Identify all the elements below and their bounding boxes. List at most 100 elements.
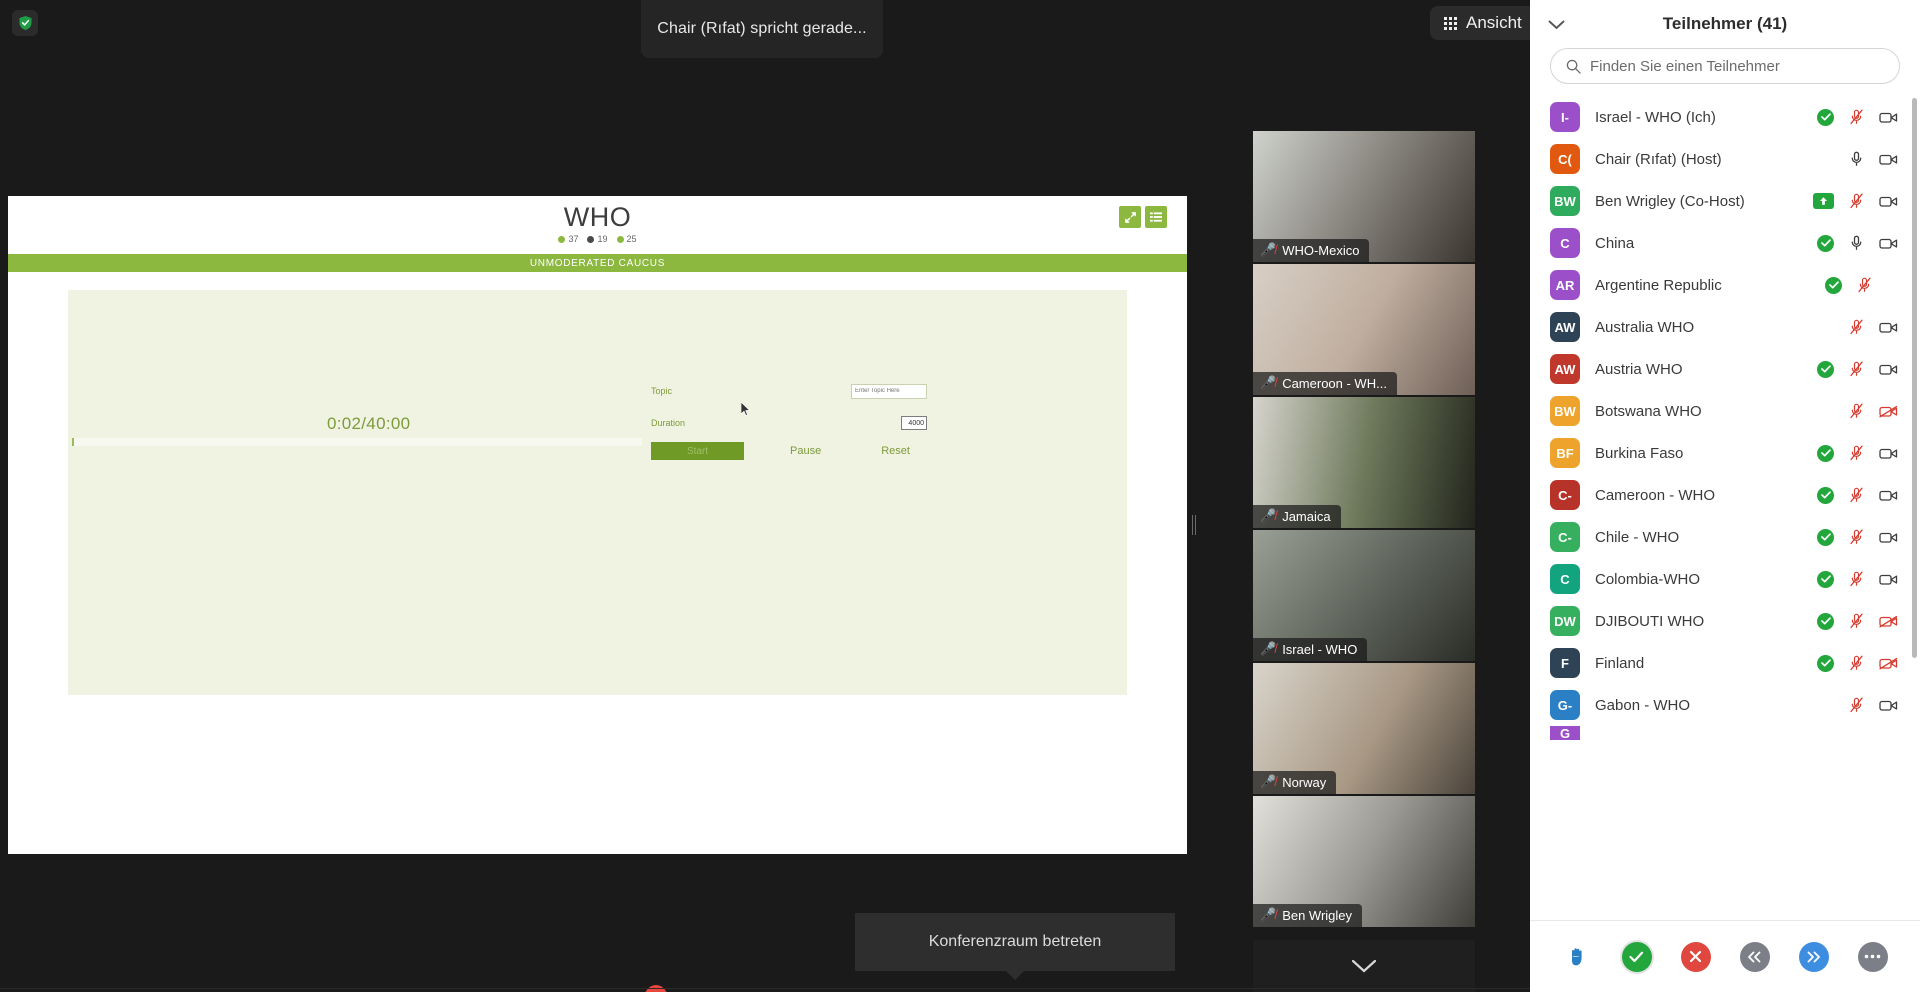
- shared-screen[interactable]: WHO 37 19 25 UNMODERATED CAUCUS 0:02/40:…: [8, 196, 1187, 854]
- mic-off-icon[interactable]: [1847, 445, 1866, 462]
- mic-off-icon[interactable]: [1847, 361, 1866, 378]
- participant-name: Israel - WHO: [1282, 641, 1358, 657]
- participant-row[interactable]: BF Burkina Faso: [1530, 432, 1920, 474]
- participant-row[interactable]: AW Australia WHO: [1530, 306, 1920, 348]
- camera-on-icon[interactable]: [1879, 487, 1898, 504]
- mic-off-icon[interactable]: [1847, 529, 1866, 546]
- view-button[interactable]: Ansicht: [1430, 6, 1536, 40]
- camera-on-icon[interactable]: [1879, 445, 1898, 462]
- no-button[interactable]: [1680, 941, 1711, 972]
- search-box[interactable]: [1550, 48, 1900, 84]
- participant-status-icons: [1817, 570, 1898, 588]
- toolbar-divider: [0, 988, 1540, 989]
- search-icon: [1566, 59, 1581, 74]
- participants-list[interactable]: I- Israel - WHO (Ich) C( Chair (Rıfat) (…: [1530, 96, 1920, 920]
- committee-title: WHO: [563, 202, 632, 232]
- shared-screen-header: WHO 37 19 25: [8, 196, 1187, 254]
- avatar: AW: [1550, 312, 1580, 342]
- video-thumbnail[interactable]: 🎤̸ Ben Wrigley: [1253, 796, 1475, 927]
- video-thumbnail[interactable]: 🎤̸ Cameroon - WH...: [1253, 264, 1475, 395]
- search-input[interactable]: [1590, 57, 1884, 75]
- panel-resize-handle[interactable]: [1190, 512, 1198, 538]
- participant-row[interactable]: C( Chair (Rıfat) (Host): [1530, 138, 1920, 180]
- camera-on-icon[interactable]: [1879, 235, 1898, 252]
- mic-off-icon[interactable]: [1847, 109, 1866, 126]
- timer-progress[interactable]: [72, 438, 642, 446]
- participant-row[interactable]: BW Ben Wrigley (Co-Host): [1530, 180, 1920, 222]
- check-icon: [1825, 276, 1842, 294]
- camera-off-icon[interactable]: [1879, 613, 1898, 630]
- participant-row[interactable]: C Colombia-WHO: [1530, 558, 1920, 600]
- mic-on-icon[interactable]: [1847, 235, 1866, 252]
- mic-off-icon[interactable]: [1847, 403, 1866, 420]
- x-circle-icon: [1689, 950, 1702, 963]
- participants-panel: Teilnehmer (41) I- Israel - WHO (Ich) C(: [1530, 0, 1920, 992]
- participant-row[interactable]: G: [1530, 726, 1920, 740]
- reset-button[interactable]: Reset: [881, 445, 910, 457]
- participant-row[interactable]: G- Gabon - WHO: [1530, 684, 1920, 726]
- security-shield-icon[interactable]: [12, 10, 38, 36]
- participant-row[interactable]: AR Argentine Republic: [1530, 264, 1920, 306]
- more-button[interactable]: [1857, 941, 1888, 972]
- mic-off-icon: 🎤̸: [1260, 774, 1277, 789]
- camera-on-icon[interactable]: [1879, 697, 1898, 714]
- camera-on-icon[interactable]: [1879, 571, 1898, 588]
- participant-row[interactable]: C- Chile - WHO: [1530, 516, 1920, 558]
- participant-row[interactable]: AW Austria WHO: [1530, 348, 1920, 390]
- participant-row[interactable]: C- Cameroon - WHO: [1530, 474, 1920, 516]
- raise-hand-button[interactable]: [1563, 942, 1593, 972]
- participant-row[interactable]: DW DJIBOUTI WHO: [1530, 600, 1920, 642]
- video-thumbnail[interactable]: 🎤̸ WHO-Mexico: [1253, 131, 1475, 262]
- participant-status-icons: [1847, 151, 1898, 168]
- participant-row[interactable]: I- Israel - WHO (Ich): [1530, 96, 1920, 138]
- expand-icon[interactable]: [1119, 206, 1141, 228]
- video-thumbnail[interactable]: 🎤̸ Norway: [1253, 663, 1475, 794]
- video-thumbnail[interactable]: 🎤̸ Jamaica: [1253, 397, 1475, 528]
- check-icon: [1817, 444, 1834, 462]
- camera-on-icon[interactable]: [1879, 151, 1898, 168]
- participants-scrollbar[interactable]: [1912, 98, 1917, 658]
- mic-off-icon[interactable]: [1847, 319, 1866, 336]
- camera-on-icon[interactable]: [1879, 109, 1898, 126]
- pause-button[interactable]: Pause: [790, 445, 821, 457]
- check-icon: [1817, 528, 1834, 546]
- duration-input[interactable]: [901, 416, 927, 430]
- mic-off-icon[interactable]: [1847, 697, 1866, 714]
- participant-name: Botswana WHO: [1595, 402, 1702, 420]
- participant-row[interactable]: C China: [1530, 222, 1920, 264]
- mic-off-icon[interactable]: [1855, 277, 1874, 294]
- participant-row[interactable]: BW Botswana WHO: [1530, 390, 1920, 432]
- camera-on-icon[interactable]: [1879, 319, 1898, 336]
- participant-name: Cameroon - WH...: [1282, 375, 1387, 391]
- filmstrip-scroll-down-button[interactable]: [1253, 940, 1475, 992]
- camera-off-icon[interactable]: [1879, 403, 1898, 420]
- mic-on-icon[interactable]: [1847, 151, 1866, 168]
- timer-panel: 0:02/40:00 Topic Duration Start: [68, 290, 1127, 695]
- mic-off-icon[interactable]: [1847, 487, 1866, 504]
- mic-off-icon[interactable]: [1847, 613, 1866, 630]
- start-button[interactable]: Start: [651, 442, 744, 460]
- mic-off-icon[interactable]: [1847, 571, 1866, 588]
- faster-button[interactable]: [1798, 941, 1829, 972]
- mic-off-icon: 🎤̸: [1260, 375, 1277, 390]
- check-icon: [1817, 108, 1834, 126]
- participant-status-icons: [1847, 697, 1898, 714]
- avatar: BF: [1550, 438, 1580, 468]
- video-thumbnail[interactable]: 🎤̸ Israel - WHO: [1253, 530, 1475, 661]
- list-icon[interactable]: [1145, 206, 1167, 228]
- duration-row: Duration: [651, 412, 941, 434]
- participant-name: Australia WHO: [1595, 318, 1695, 336]
- yes-button[interactable]: [1621, 941, 1652, 972]
- mic-off-icon[interactable]: [1847, 655, 1866, 672]
- mic-off-icon[interactable]: [1847, 193, 1866, 210]
- topic-row: Topic: [651, 380, 941, 402]
- collapse-panel-button[interactable]: [1548, 16, 1565, 33]
- topic-input[interactable]: [851, 383, 927, 399]
- camera-off-icon[interactable]: [1879, 655, 1898, 672]
- slower-button[interactable]: [1739, 941, 1770, 972]
- participant-row[interactable]: F Finland: [1530, 642, 1920, 684]
- camera-on-icon[interactable]: [1879, 193, 1898, 210]
- camera-on-icon[interactable]: [1879, 361, 1898, 378]
- camera-on-icon[interactable]: [1879, 529, 1898, 546]
- participant-name: Colombia-WHO: [1595, 570, 1701, 588]
